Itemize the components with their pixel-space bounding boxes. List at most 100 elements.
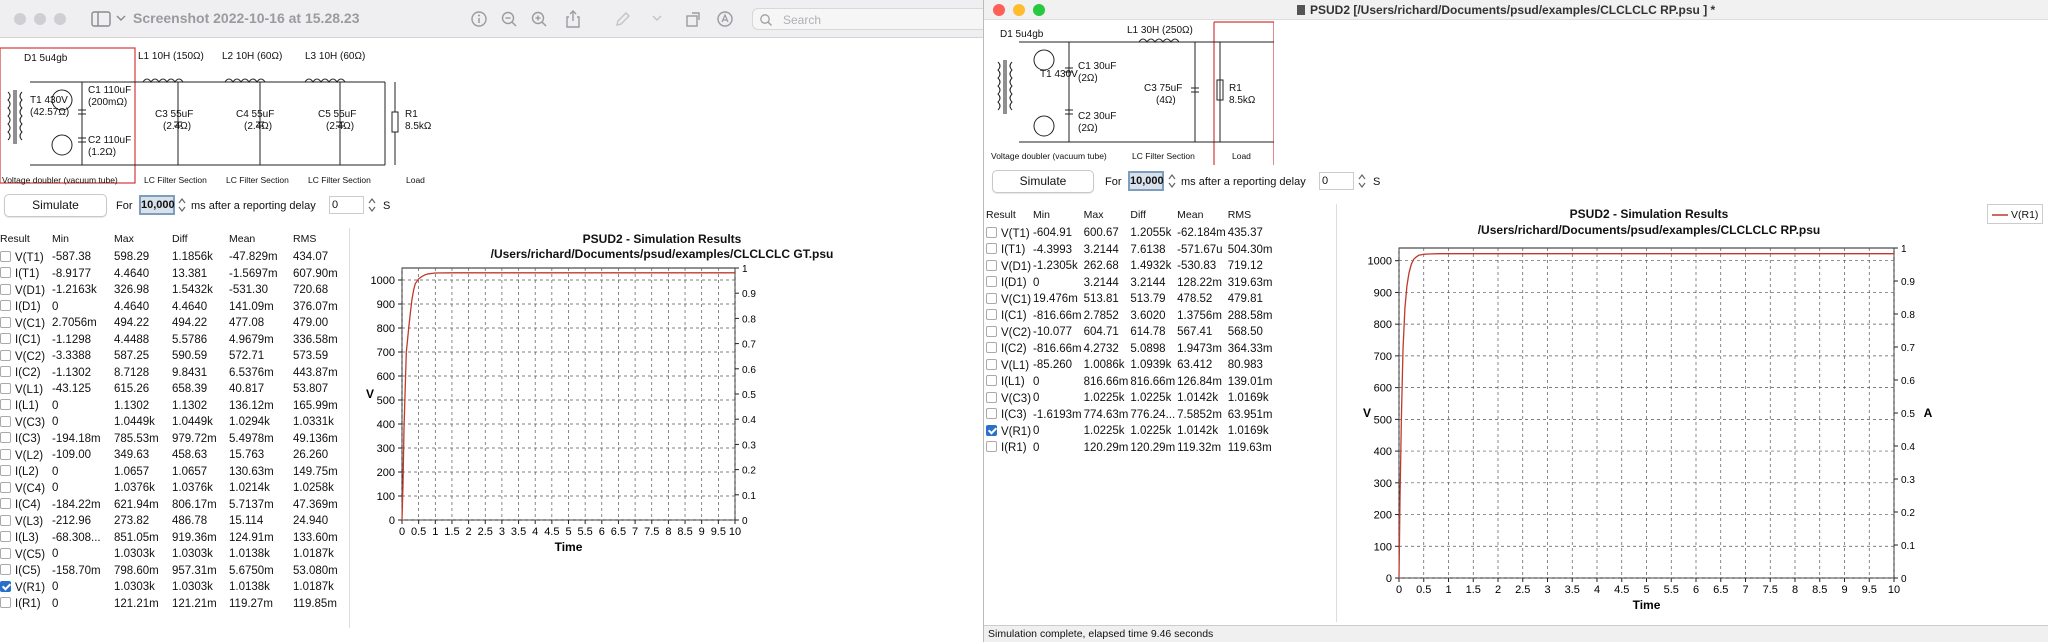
- pane-divider[interactable]: [1336, 204, 1337, 622]
- column-header[interactable]: Max: [1082, 205, 1129, 225]
- table-row[interactable]: V(C1) 2.7056m 494.22 494.22 477.08 479.00: [0, 315, 348, 332]
- result-name-cell[interactable]: I(T1): [984, 242, 1031, 259]
- table-row[interactable]: V(C2) -3.3388 587.25 590.59 572.71 573.59: [0, 348, 348, 365]
- result-name-cell[interactable]: V(C1): [0, 315, 50, 332]
- plot-checkbox[interactable]: [986, 309, 997, 321]
- column-header[interactable]: RMS: [1226, 205, 1273, 225]
- rotate-icon[interactable]: [684, 10, 702, 28]
- column-header[interactable]: RMS: [291, 229, 348, 249]
- zoom-button[interactable]: [54, 13, 66, 25]
- table-row[interactable]: V(D1) -1.2163k 326.98 1.5432k -531.30 720.68: [0, 282, 348, 299]
- delay-stepper[interactable]: [1358, 173, 1366, 189]
- close-button[interactable]: [993, 4, 1005, 16]
- plot-checkbox[interactable]: [986, 276, 997, 288]
- table-row[interactable]: I(T1) -8.9177 4.4640 13.381 -1.5697m 607.90m: [0, 266, 348, 283]
- duration-ms-input[interactable]: 10,000: [1128, 171, 1164, 191]
- plot-checkbox[interactable]: [0, 415, 11, 427]
- share-icon[interactable]: [564, 9, 582, 29]
- zoom-in-icon[interactable]: [530, 10, 548, 28]
- table-row[interactable]: V(L2) -109.00 349.63 458.63 15.763 26.260: [0, 447, 348, 464]
- plot-checkbox[interactable]: [0, 300, 11, 312]
- sidebar-toggle-icon[interactable]: [90, 10, 114, 28]
- table-row[interactable]: I(C2) -1.1302 8.7128 9.8431 6.5376m 443.87m: [0, 365, 348, 382]
- result-name-cell[interactable]: I(C1): [984, 308, 1031, 325]
- table-row[interactable]: I(C4) -184.22m 621.94m 806.17m 5.7137m 47.369…: [0, 497, 348, 514]
- plot-checkbox[interactable]: [0, 514, 11, 526]
- result-name-cell[interactable]: V(L1): [0, 381, 50, 398]
- close-button[interactable]: [14, 13, 26, 25]
- result-name-cell[interactable]: V(C2): [984, 324, 1031, 341]
- result-name-cell[interactable]: V(C3): [0, 414, 50, 431]
- plot-checkbox[interactable]: [0, 283, 11, 295]
- simulate-button[interactable]: Simulate: [4, 194, 107, 217]
- column-header[interactable]: Result: [984, 205, 1031, 225]
- table-row[interactable]: I(L1) 0 1.1302 1.1302 136.12m 165.99m: [0, 398, 348, 415]
- annotate-icon[interactable]: [716, 10, 734, 28]
- plot-checkbox[interactable]: [986, 424, 997, 436]
- plot-checkbox[interactable]: [0, 267, 11, 279]
- plot-checkbox[interactable]: [986, 292, 997, 304]
- result-name-cell[interactable]: I(C2): [984, 341, 1031, 358]
- delay-input[interactable]: 0: [329, 196, 364, 214]
- column-header[interactable]: Mean: [1175, 205, 1226, 225]
- column-header[interactable]: Mean: [227, 229, 291, 249]
- delay-input[interactable]: 0: [1319, 172, 1354, 190]
- simulation-chart[interactable]: 0 0.5 1 1.5 2 2.5 3 3.5 4 4.5 5 5.5 6 6.5 7 7.5 8 8.5 9 9.5…: [1339, 236, 2039, 622]
- plot-checkbox[interactable]: [986, 226, 997, 238]
- plot-checkbox[interactable]: [986, 391, 997, 403]
- plot-checkbox[interactable]: [0, 597, 11, 609]
- plot-checkbox[interactable]: [0, 399, 11, 411]
- table-row[interactable]: I(L3) -68.308... 851.05m 919.36m 124.91m 133.…: [0, 530, 348, 547]
- plot-checkbox[interactable]: [0, 316, 11, 328]
- table-row[interactable]: I(D1) 0 4.4640 4.4640 141.09m 376.07m: [0, 299, 348, 316]
- column-header[interactable]: Result: [0, 229, 50, 249]
- table-row[interactable]: V(C2) -10.077 604.71 614.78 567.41 568.50: [984, 324, 1273, 341]
- plot-checkbox[interactable]: [0, 580, 11, 592]
- plot-checkbox[interactable]: [986, 441, 997, 453]
- column-header[interactable]: Diff: [1128, 205, 1175, 225]
- result-name-cell[interactable]: I(C3): [0, 431, 50, 448]
- result-name-cell[interactable]: I(R1): [984, 440, 1031, 457]
- table-row[interactable]: V(C3) 0 1.0225k 1.0225k 1.0142k 1.0169k: [984, 390, 1273, 407]
- result-name-cell[interactable]: I(R1): [0, 596, 50, 613]
- info-icon[interactable]: [470, 10, 488, 28]
- table-row[interactable]: I(L1) 0 816.66m 816.66m 126.84m 139.01m: [984, 374, 1273, 391]
- duration-stepper[interactable]: [178, 197, 186, 213]
- result-name-cell[interactable]: I(L1): [984, 374, 1031, 391]
- plot-checkbox[interactable]: [0, 448, 11, 460]
- result-name-cell[interactable]: V(D1): [0, 282, 50, 299]
- markup-icon[interactable]: [614, 10, 632, 28]
- table-row[interactable]: V(C3) 0 1.0449k 1.0449k 1.0294k 1.0331k: [0, 414, 348, 431]
- result-name-cell[interactable]: V(C2): [0, 348, 50, 365]
- pane-divider[interactable]: [349, 228, 350, 628]
- table-row[interactable]: I(C1) -1.1298 4.4488 5.5786 4.9679m 336.58m: [0, 332, 348, 349]
- plot-checkbox[interactable]: [986, 408, 997, 420]
- search-field[interactable]: Search: [752, 8, 983, 30]
- result-name-cell[interactable]: V(R1): [984, 423, 1031, 440]
- plot-checkbox[interactable]: [986, 358, 997, 370]
- table-row[interactable]: V(R1) 0 1.0225k 1.0225k 1.0142k 1.0169k: [984, 423, 1273, 440]
- plot-checkbox[interactable]: [0, 564, 11, 576]
- result-name-cell[interactable]: I(D1): [984, 275, 1031, 292]
- plot-checkbox[interactable]: [986, 243, 997, 255]
- result-name-cell[interactable]: I(C3): [984, 407, 1031, 424]
- table-row[interactable]: I(R1) 0 120.29m 120.29m 119.32m 119.63m: [984, 440, 1273, 457]
- table-row[interactable]: I(T1) -4.3993 3.2144 7.6138 -571.67u 504.30m: [984, 242, 1273, 259]
- plot-checkbox[interactable]: [0, 498, 11, 510]
- result-name-cell[interactable]: I(C2): [0, 365, 50, 382]
- table-row[interactable]: I(C1) -816.66m 2.7852 3.6020 1.3756m 288.58m: [984, 308, 1273, 325]
- simulation-chart[interactable]: 0 0.5 1 1.5 2 2.5 3 3.5 4 4.5 5 5.5 6 6.5 7 7.5 8 8.5 9 9.5…: [355, 260, 983, 642]
- result-name-cell[interactable]: I(L3): [0, 530, 50, 547]
- table-row[interactable]: V(D1) -1.2305k 262.68 1.4932k -530.83 719.12: [984, 258, 1273, 275]
- plot-checkbox[interactable]: [986, 375, 997, 387]
- table-row[interactable]: I(C3) -194.18m 785.53m 979.72m 5.4978m 49.136…: [0, 431, 348, 448]
- table-row[interactable]: V(C1) 19.476m 513.81 513.79 478.52 479.81: [984, 291, 1273, 308]
- result-name-cell[interactable]: I(D1): [0, 299, 50, 316]
- minimize-button[interactable]: [1013, 4, 1025, 16]
- column-header[interactable]: Min: [50, 229, 112, 249]
- zoom-out-icon[interactable]: [500, 10, 518, 28]
- result-name-cell[interactable]: I(C5): [0, 563, 50, 580]
- table-row[interactable]: V(R1) 0 1.0303k 1.0303k 1.0138k 1.0187k: [0, 579, 348, 596]
- table-row[interactable]: V(T1) -604.91 600.67 1.2055k -62.184m 435.37: [984, 225, 1273, 242]
- table-row[interactable]: I(L2) 0 1.0657 1.0657 130.63m 149.75m: [0, 464, 348, 481]
